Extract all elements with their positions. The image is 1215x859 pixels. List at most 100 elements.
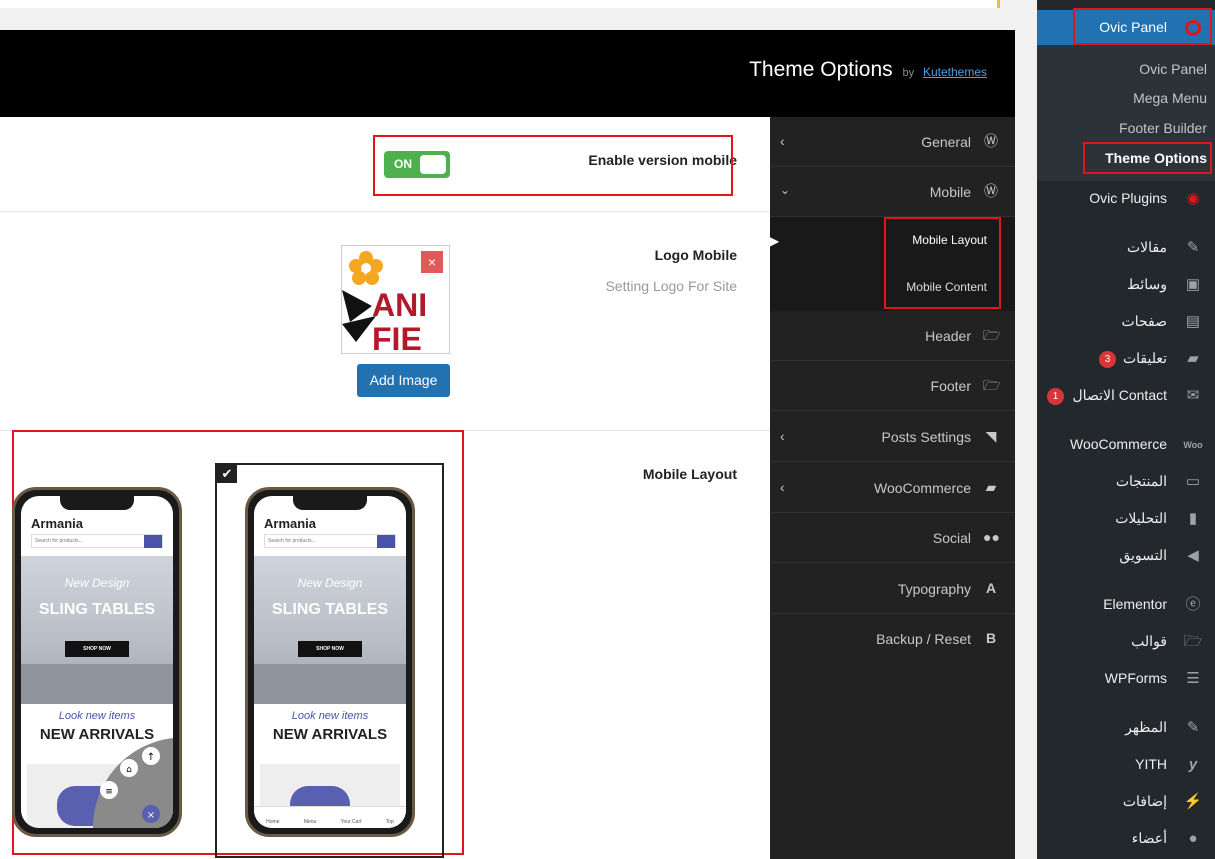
media-icon: ▣ (1185, 276, 1201, 293)
wp-admin-sidebar: Ovic Panel Ovic Panel Mega Menu Footer B… (1029, 0, 1215, 859)
phone-notch (60, 496, 134, 510)
phone-screen: Armania Search for products... New Desig… (254, 496, 406, 828)
logo-mobile-description: Setting Logo For Site (605, 278, 737, 294)
phone-brand: Armania (264, 516, 317, 531)
nav-menu: Menu (303, 819, 317, 825)
look-text: Look new items (58, 710, 136, 722)
layout-option-2[interactable]: Armania Search for products... New Desig… (245, 487, 415, 837)
author-link[interactable]: Kutethemes (923, 65, 987, 79)
phone-notch (293, 496, 367, 510)
pin-icon: ✎ (1186, 239, 1200, 256)
bottom-nav: Home Menu Your Cart Top (254, 806, 406, 828)
sidebar-item-contact[interactable]: الاتصال Contact 1 ✉ (1037, 378, 1215, 414)
sofa-image (254, 664, 406, 704)
svg-text:⌂: ⌂ (126, 765, 132, 775)
sidebar-item-products[interactable]: المنتجات ▭ (1037, 464, 1215, 500)
menu-item-backup-reset[interactable]: Backup / Reset B (770, 614, 1015, 664)
shop-now-button: SHOP NOW (65, 641, 129, 657)
sidebar-item-yith[interactable]: YITH y (1037, 747, 1215, 783)
menu-item-social[interactable]: Social ●● (770, 513, 1015, 563)
logo-preview: ANI FIE × (341, 245, 450, 354)
sidebar-item-appearance[interactable]: المظهر ✎ (1037, 710, 1215, 746)
pages-icon: ▤ (1185, 313, 1201, 330)
hero-title: SLING TABLES (38, 601, 156, 618)
top-strip (0, 0, 1000, 8)
logo-mobile-label: Logo Mobile (654, 247, 737, 263)
sidebar-item-woocommerce[interactable]: WooCommerce Woo (1037, 427, 1215, 463)
active-arrow-icon (1029, 20, 1037, 36)
sidebar-item-ovic-plugins[interactable]: Ovic Plugins ◉ (1037, 181, 1215, 217)
theme-options-header: Theme Options by Kutethemes (0, 30, 1015, 117)
woo-icon: Woo (1183, 440, 1203, 450)
menu-item-typography[interactable]: Typography A (770, 564, 1015, 614)
submenu-ovic-panel[interactable]: Ovic Panel (1037, 55, 1215, 83)
title-text: Theme Options (749, 58, 893, 81)
menu-item-header[interactable]: Header 🗁 (770, 311, 1015, 361)
menu-item-posts-settings[interactable]: ‹ Posts Settings ◥ (770, 412, 1015, 462)
sidebar-item-templates[interactable]: قوالب 🗁 (1037, 624, 1215, 660)
svg-text:≡: ≡ (105, 787, 113, 797)
users-icon: ●● (983, 529, 1000, 545)
menu-item-mobile[interactable]: ⌄ Mobile Ⓦ (770, 167, 1015, 217)
hero-script: New Design (64, 576, 130, 590)
submenu-footer-builder[interactable]: Footer Builder (1037, 114, 1215, 142)
hero-title: SLING TABLES (271, 601, 389, 618)
look-text: Look new items (291, 710, 369, 722)
chevron-left-icon: ‹ (780, 479, 785, 495)
submenu-mega-menu[interactable]: Mega Menu (1037, 84, 1215, 112)
layout-option-1[interactable]: Armania Search for products... New Desig… (12, 487, 182, 837)
add-image-button[interactable]: Add Image (357, 364, 450, 397)
sidebar-item-posts[interactable]: مقالات ✎ (1037, 230, 1215, 266)
mail-icon: ✉ (1186, 387, 1200, 404)
nav-cart: Your Cart (340, 819, 362, 825)
nav-top: Top (385, 819, 394, 825)
comments-badge: 3 (1099, 351, 1116, 368)
megaphone-icon: ◀ (1187, 547, 1199, 564)
chevron-down-icon: ⌄ (780, 183, 791, 197)
sidebar-item-elementor[interactable]: Elementor ⓔ (1037, 587, 1215, 623)
highlight-box (373, 135, 733, 196)
submenu-highlight-box (884, 217, 1001, 309)
wordpress-icon: Ⓦ (984, 133, 998, 149)
menu-item-woocommerce[interactable]: ‹ WooCommerce ▰ (770, 463, 1015, 513)
plug-icon: ⚡ (1183, 793, 1203, 810)
chevron-left-icon: ‹ (780, 133, 785, 149)
sidebar-item-users[interactable]: أعضاء ● (1037, 821, 1215, 857)
theme-options-highlight-box (1083, 142, 1212, 174)
menu-item-general[interactable]: ‹ General Ⓦ (770, 117, 1015, 167)
nav-home: Home (266, 819, 280, 825)
sidebar-item-plugins[interactable]: إضافات ⚡ (1037, 784, 1215, 820)
phone-search: Search for products... (264, 534, 396, 548)
sidebar-item-media[interactable]: وسائط ▣ (1037, 267, 1215, 303)
sidebar-item-wpforms[interactable]: WPForms ☰ (1037, 661, 1215, 697)
forms-icon: ☰ (1186, 670, 1200, 687)
elementor-icon: ⓔ (1185, 596, 1201, 613)
folder-icon: 🗁 (983, 377, 1001, 393)
rss-icon: ◥ (985, 428, 997, 444)
sidebar-item-marketing[interactable]: التسويق ◀ (1037, 538, 1215, 574)
typography-icon: A (985, 580, 997, 596)
wordpress-icon: Ⓦ (984, 183, 998, 199)
options-menu: ‹ General Ⓦ ⌄ Mobile Ⓦ ▶ Mobile Layout M… (770, 117, 1015, 859)
sidebar-item-pages[interactable]: صفحات ▤ (1037, 304, 1215, 340)
ovic-highlight-box (1073, 8, 1212, 45)
logo-text-1: ANI (372, 287, 427, 323)
phone-hero: New Design SLING TABLES SHOP NOW (21, 556, 173, 704)
sidebar-item-comments[interactable]: تعليقات 3 ▰ (1037, 341, 1215, 377)
mobile-layout-label: Mobile Layout (642, 466, 737, 482)
sidebar-item-analytics[interactable]: التحليلات ▮ (1037, 501, 1215, 537)
remove-logo-button[interactable]: × (421, 251, 443, 273)
shop-now-button: SHOP NOW (298, 641, 362, 657)
logo-text-2: FIE (372, 321, 422, 354)
page-title: Theme Options by Kutethemes (749, 58, 987, 82)
folder-icon: 🗁 (1183, 633, 1203, 650)
by-text: by (902, 67, 915, 79)
arrivals-title: NEW ARRIVALS (272, 726, 388, 743)
phone-brand: Armania (31, 516, 84, 531)
active-marker-icon: ▶ (770, 234, 780, 248)
menu-item-footer[interactable]: Footer 🗁 (770, 361, 1015, 411)
sofa-image (21, 664, 173, 704)
bag-icon: ▰ (985, 479, 997, 495)
phone-hero: New Design SLING TABLES SHOP NOW (254, 556, 406, 704)
chart-icon: ▮ (1188, 510, 1198, 527)
